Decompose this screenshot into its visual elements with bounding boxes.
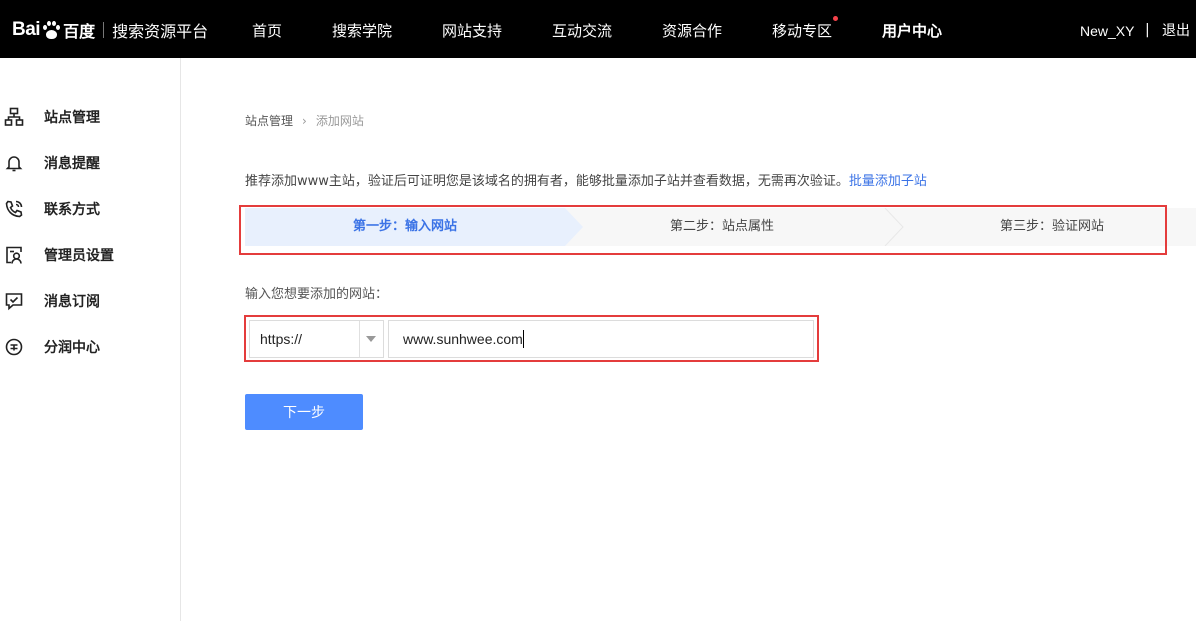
logo-text-bai: Bai (12, 19, 41, 40)
admin-user-icon (4, 245, 24, 265)
next-step-button[interactable]: 下一步 (245, 394, 363, 430)
nav-label: 互动交流 (552, 22, 613, 40)
nav-user-center[interactable]: 用户中心 (882, 0, 942, 58)
header-separator: | (1145, 22, 1150, 38)
add-site-tip: 推荐添加www主站，验证后可证明您是该域名的拥有者，能够批量添加子站并查看数据，… (245, 170, 927, 189)
revenue-icon (4, 337, 24, 357)
breadcrumb: 站点管理 › 添加网站 (245, 112, 364, 129)
sidebar-item-label: 分润中心 (44, 340, 100, 356)
baidu-logo[interactable]: Bai 百度 搜索资源平台 (12, 18, 208, 42)
sidebar-item-subscriptions[interactable]: 消息订阅 (0, 286, 180, 316)
nav-label: 移动专区 (772, 22, 833, 40)
sidebar-item-admin-settings[interactable]: 管理员设置 (0, 240, 180, 270)
steps-highlight-box (239, 205, 1167, 255)
breadcrumb-current: 添加网站 (315, 114, 364, 128)
message-check-icon (4, 291, 24, 311)
sidebar-item-revenue-center[interactable]: 分润中心 (0, 332, 180, 362)
sidebar-item-contact[interactable]: 联系方式 (0, 194, 180, 224)
sidebar-item-notifications[interactable]: 消息提醒 (0, 148, 180, 178)
chevron-right-icon: › (302, 113, 307, 128)
sidebar-item-site-management[interactable]: 站点管理 (0, 102, 180, 132)
baidu-paw-icon (41, 20, 61, 40)
nav-academy[interactable]: 搜索学院 (332, 0, 392, 58)
site-input-label: 输入您想要添加的网站： (245, 287, 389, 302)
sitemap-icon (4, 107, 24, 127)
nav-label: 资源合作 (662, 22, 723, 40)
nav-community[interactable]: 互动交流 (552, 0, 612, 58)
sidebar-item-label: 消息订阅 (44, 294, 100, 310)
input-highlight-box (244, 315, 819, 362)
sidebar-item-label: 消息提醒 (44, 156, 100, 172)
nav-label: 首页 (252, 22, 283, 40)
nav-label: 搜索学院 (332, 22, 393, 40)
logo-divider (103, 22, 105, 38)
nav-label: 用户中心 (882, 22, 943, 40)
sidebar-item-label: 站点管理 (44, 110, 100, 126)
nav-home[interactable]: 首页 (252, 0, 282, 58)
logo-text-baidu-cn: 百度 (63, 22, 96, 41)
batch-add-subsite-link[interactable]: 批量添加子站 (849, 174, 927, 189)
nav-mobile[interactable]: 移动专区 (772, 0, 839, 58)
sidebar-item-label: 联系方式 (44, 202, 100, 218)
tip-text: 推荐添加www主站，验证后可证明您是该域名的拥有者，能够批量添加子站并查看数据，… (245, 174, 849, 189)
sidebar: 站点管理 消息提醒 联系方式 管理员设置 消息订阅 分润中心 (0, 58, 181, 621)
nav-resources[interactable]: 资源合作 (662, 0, 722, 58)
nav-label: 网站支持 (442, 22, 503, 40)
top-navigation-bar: Bai 百度 搜索资源平台 首页 搜索学院 网站支持 互动交流 资源合作 移动专区 用户中心… (0, 0, 1196, 58)
bell-icon (4, 153, 24, 173)
nav-site-support[interactable]: 网站支持 (442, 0, 502, 58)
username[interactable]: New_XY (1080, 0, 1134, 62)
logo-product-name: 搜索资源平台 (112, 22, 209, 41)
breadcrumb-parent-link[interactable]: 站点管理 (245, 112, 293, 129)
phone-icon (4, 199, 24, 219)
logout-link[interactable]: 退出 (1162, 0, 1190, 62)
notification-dot (833, 16, 839, 21)
sidebar-item-label: 管理员设置 (44, 248, 114, 264)
